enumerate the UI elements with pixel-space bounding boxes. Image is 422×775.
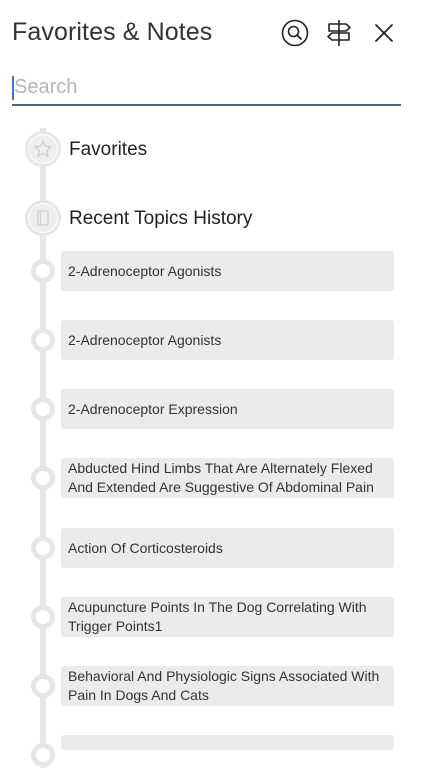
close-button[interactable]	[367, 16, 401, 50]
history-item-label: 2-Adrenoceptor Agonists	[68, 262, 222, 279]
history-item: Action Of Corticosteroids	[0, 528, 422, 568]
search-circle-icon	[281, 19, 309, 47]
section-node	[25, 131, 61, 167]
history-item: 2-Adrenoceptor Agonists	[0, 320, 422, 360]
history-item-label: Acupuncture Points In The Dog Correlatin…	[68, 599, 367, 634]
history-item-card[interactable]: 2-Adrenoceptor Agonists	[61, 320, 394, 360]
timeline-node	[31, 466, 55, 490]
history-item-card[interactable]: 2-Adrenoceptor Expression	[61, 389, 394, 429]
history-item-label: Behavioral And Physiologic Signs Associa…	[68, 668, 380, 703]
section-label: Favorites	[69, 139, 148, 160]
history-item-label: 2-Adrenoceptor Expression	[68, 400, 238, 417]
timeline-node	[31, 605, 55, 629]
timeline-node	[31, 743, 55, 767]
section-node	[25, 200, 61, 236]
search-input[interactable]	[12, 72, 403, 102]
timeline-node	[31, 397, 55, 421]
star-icon	[34, 140, 52, 157]
history-item-card[interactable]: 2-Adrenoceptor Agonists	[61, 251, 394, 291]
timeline-node	[31, 259, 55, 283]
timeline-node	[31, 328, 55, 352]
section-favorites[interactable]: Favorites	[0, 127, 422, 171]
history-item	[0, 735, 422, 775]
section-recent-history[interactable]: Recent Topics History	[0, 196, 422, 240]
history-item: Behavioral And Physiologic Signs Associa…	[0, 666, 422, 706]
history-item: 2-Adrenoceptor Agonists	[0, 251, 422, 291]
history-item: Acupuncture Points In The Dog Correlatin…	[0, 597, 422, 637]
header: Favorites & Notes	[0, 0, 422, 68]
history-item-label: Action Of Corticosteroids	[68, 539, 223, 556]
search-button[interactable]	[278, 16, 312, 50]
page-title: Favorites & Notes	[12, 18, 213, 46]
timeline-node	[31, 674, 55, 698]
history-item-card[interactable]: Action Of Corticosteroids	[61, 528, 394, 568]
text-cursor	[12, 76, 14, 100]
section-label: Recent Topics History	[69, 208, 253, 229]
signpost-icon	[327, 20, 351, 46]
search-bar	[12, 72, 403, 106]
book-icon	[37, 210, 49, 226]
close-icon	[375, 24, 393, 42]
history-item: Abducted Hind Limbs That Are Alternately…	[0, 458, 422, 498]
history-item-card[interactable]: Behavioral And Physiologic Signs Associa…	[61, 666, 394, 706]
history-item-label: Abducted Hind Limbs That Are Alternately…	[68, 460, 374, 495]
timeline-node	[31, 536, 55, 560]
history-item-card[interactable]	[61, 735, 394, 750]
history-item-card[interactable]: Abducted Hind Limbs That Are Alternately…	[61, 458, 394, 498]
history-item: 2-Adrenoceptor Expression	[0, 389, 422, 429]
directions-button[interactable]	[322, 16, 356, 50]
history-item-card[interactable]: Acupuncture Points In The Dog Correlatin…	[61, 597, 394, 637]
history-item-label: 2-Adrenoceptor Agonists	[68, 331, 222, 348]
